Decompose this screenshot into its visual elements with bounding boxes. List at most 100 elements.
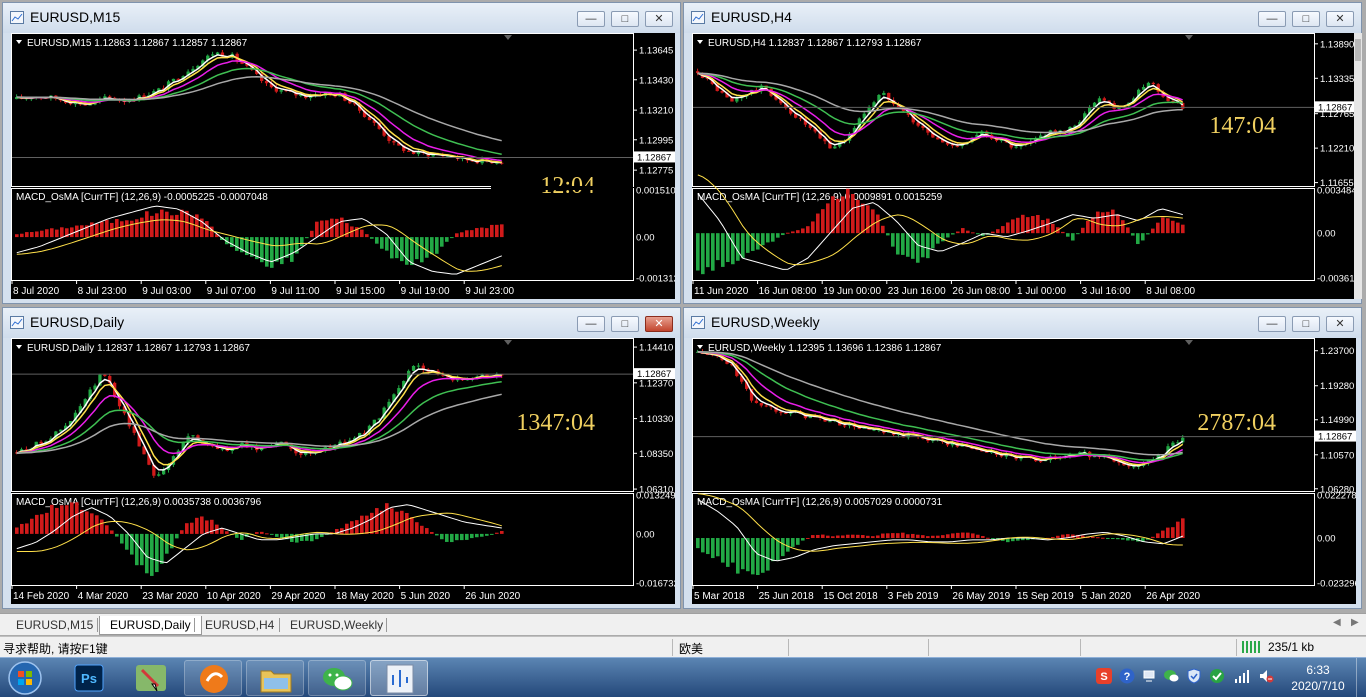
candle-body	[411, 365, 416, 371]
macd-histogram-bar	[370, 237, 374, 239]
macd-histogram-bar	[701, 538, 705, 553]
macd-histogram-bar	[716, 538, 720, 557]
chart-window-m15[interactable]: EURUSD,M15 — □ ✕ EURUSD,M15 1.12863 1.12…	[2, 2, 681, 304]
taskbar-app-metatrader[interactable]	[370, 660, 428, 696]
macd-histogram-bar	[961, 228, 965, 234]
network-signal-icon[interactable]	[1234, 668, 1250, 684]
macd-histogram-bar	[480, 533, 484, 537]
start-button[interactable]	[4, 659, 46, 697]
macd-histogram-bar	[220, 528, 224, 534]
time-tick-label: 25 Jun 2018	[759, 591, 814, 602]
price-chart-h4[interactable]: EURUSD,H4 1.12837 1.12867 1.12793 1.1286…	[692, 33, 1356, 299]
360-guard-icon[interactable]	[1209, 668, 1225, 684]
taskbar-app-wechat[interactable]	[308, 660, 366, 696]
chart-plot-area[interactable]: EURUSD,M15 1.12863 1.12867 1.12857 1.128…	[11, 33, 675, 299]
candle-body	[764, 405, 768, 407]
macd-histogram-bar	[841, 196, 845, 234]
maximize-button[interactable]: □	[1292, 11, 1320, 27]
macd-histogram-bar	[786, 538, 790, 552]
taskbar-app-explorer[interactable]	[246, 660, 304, 696]
tab-scroll-left-icon[interactable]: ◀	[1333, 617, 1341, 628]
taskbar-app-photoshop[interactable]: Ps	[60, 660, 118, 696]
window-titlebar[interactable]: EURUSD,H4 — □ ✕	[684, 3, 1361, 33]
vertical-scrollbar[interactable]	[1354, 33, 1362, 299]
tab-eurusd-daily[interactable]: EURUSD,Daily	[99, 616, 202, 635]
close-button[interactable]: ✕	[1326, 316, 1354, 332]
macd-histogram-bar	[405, 513, 409, 534]
close-button[interactable]: ✕	[645, 316, 673, 332]
chart-window-daily[interactable]: EURUSD,Daily — □ ✕ EURUSD,Daily 1.12837 …	[2, 307, 681, 609]
time-tick-label: 8 Jul 2020	[13, 286, 60, 297]
sogou-input-icon[interactable]: S	[1096, 668, 1112, 684]
candle-body	[215, 52, 220, 55]
help-icon[interactable]: ?	[1119, 668, 1135, 684]
price-chart-m15[interactable]: EURUSD,M15 1.12863 1.12867 1.12857 1.128…	[11, 33, 675, 299]
macd-histogram-bar	[1171, 527, 1175, 539]
macd-signal-line	[697, 498, 1183, 562]
macd-histogram-bar	[35, 514, 39, 534]
system-clock[interactable]: 6:33 2020/7/10	[1288, 662, 1348, 694]
chart-plot-area[interactable]: EURUSD,H4 1.12837 1.12867 1.12793 1.1286…	[692, 33, 1356, 299]
tab-eurusd-weekly[interactable]: EURUSD,Weekly	[280, 616, 393, 635]
security-shield-icon[interactable]	[1186, 668, 1202, 684]
macd-histogram-bar	[711, 233, 715, 271]
tab-eurusd-h4[interactable]: EURUSD,H4	[195, 616, 284, 635]
status-bar: 寻求帮助, 请按F1键 欧美 235/1 kb	[0, 636, 1366, 657]
minimize-button[interactable]: —	[1258, 11, 1286, 27]
macd-histogram-bar	[946, 534, 950, 539]
show-desktop-button[interactable]	[1356, 658, 1366, 697]
close-button[interactable]: ✕	[1326, 11, 1354, 27]
window-titlebar[interactable]: EURUSD,M15 — □ ✕	[3, 3, 680, 33]
minimize-button[interactable]: —	[577, 316, 605, 332]
maximize-button[interactable]: □	[611, 11, 639, 27]
macd-histogram-bar	[80, 225, 84, 238]
macd-histogram-bar	[1036, 214, 1040, 234]
macd-histogram-bar	[931, 535, 935, 539]
maximize-button[interactable]: □	[1292, 316, 1320, 332]
macd-histogram-bar	[60, 227, 64, 238]
chart-window-h4[interactable]: EURUSD,H4 — □ ✕ EURUSD,H4 1.12837 1.1286…	[683, 2, 1362, 304]
tab-eurusd-m15[interactable]: EURUSD,M15	[6, 616, 103, 635]
scrollbar-thumb[interactable]	[1355, 39, 1361, 61]
macd-histogram-bar	[45, 512, 49, 534]
macd-histogram-bar	[385, 237, 389, 251]
macd-histogram-bar	[140, 217, 144, 238]
window-titlebar[interactable]: EURUSD,Weekly — □ ✕	[684, 308, 1361, 338]
paint-icon	[136, 665, 166, 692]
candle-body	[39, 441, 43, 444]
macd-histogram-bar	[846, 188, 850, 234]
tab-scroll-right-icon[interactable]: ▶	[1351, 617, 1359, 628]
macd-histogram-bar	[105, 525, 109, 534]
time-tick-label: 15 Sep 2019	[1017, 591, 1074, 602]
chart-window-icon	[691, 11, 705, 24]
macd-histogram-bar	[891, 533, 895, 539]
wechat-tray-icon[interactable]	[1163, 668, 1179, 684]
macd-histogram-bar	[971, 533, 975, 539]
macd-histogram-bar	[1156, 533, 1160, 539]
chart-plot-area[interactable]: EURUSD,Daily 1.12837 1.12867 1.12793 1.1…	[11, 338, 675, 604]
close-button[interactable]: ✕	[645, 11, 673, 27]
price-chart-weekly[interactable]: EURUSD,Weekly 1.12395 1.13696 1.12386 1.…	[692, 338, 1356, 604]
minimize-button[interactable]: —	[1258, 316, 1286, 332]
taskbar-app-paint[interactable]	[122, 660, 180, 696]
macd-histogram-bar	[726, 538, 730, 567]
price-tick-label: 1.23700	[1320, 346, 1354, 357]
macd-histogram-bar	[420, 237, 424, 263]
price-tick-label: 1.13335	[1320, 74, 1354, 85]
chart-plot-area[interactable]: EURUSD,Weekly 1.12395 1.13696 1.12386 1.…	[692, 338, 1356, 604]
price-chart-daily[interactable]: EURUSD,Daily 1.12837 1.12867 1.12793 1.1…	[11, 338, 675, 604]
maximize-button[interactable]: □	[611, 316, 639, 332]
macd-histogram-bar	[1096, 211, 1100, 234]
chart-window-weekly[interactable]: EURUSD,Weekly — □ ✕ EURUSD,Weekly 1.1239…	[683, 307, 1362, 609]
macd-histogram-bar	[966, 230, 970, 234]
candle-body	[1014, 146, 1018, 148]
macd-histogram-bar	[1111, 209, 1115, 234]
time-tick-label: 3 Feb 2019	[888, 591, 939, 602]
taskbar-app-media[interactable]	[184, 660, 242, 696]
ma-white-line	[16, 368, 502, 471]
macd-histogram-bar	[961, 532, 965, 539]
minimize-button[interactable]: —	[577, 11, 605, 27]
volume-muted-icon[interactable]	[1258, 668, 1274, 684]
window-titlebar[interactable]: EURUSD,Daily — □ ✕	[3, 308, 680, 338]
network-share-icon[interactable]	[1141, 668, 1157, 684]
